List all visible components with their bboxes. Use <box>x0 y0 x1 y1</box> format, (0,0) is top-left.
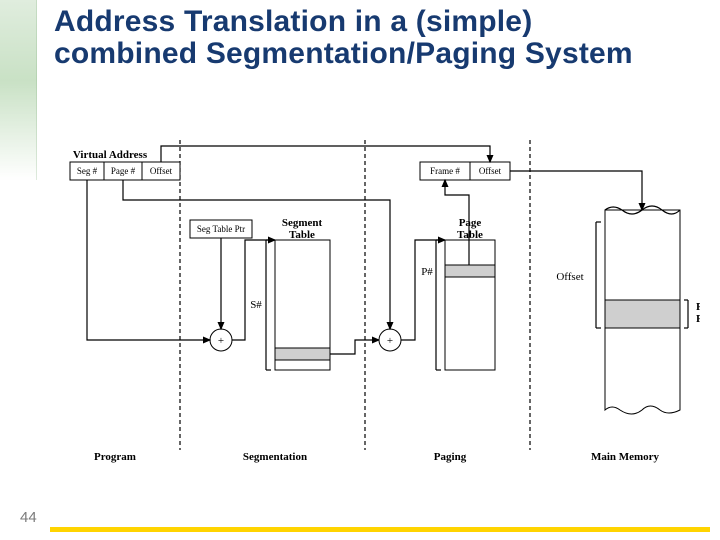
va-page: Page # <box>111 166 136 176</box>
virtual-address-label: Virtual Address <box>73 149 148 161</box>
page-table-label-2: Table <box>457 229 483 241</box>
section-mainmem: Main Memory <box>591 451 660 463</box>
page-frame-2: Frame <box>696 313 700 325</box>
page-title: Address Translation in a (simple) combin… <box>54 6 664 69</box>
plus-2: + <box>387 335 393 347</box>
phys-offset: Offset <box>479 166 502 176</box>
seg-table-ptr: Seg Table Ptr <box>197 224 245 234</box>
translation-diagram: Virtual Address Seg # Page # Offset Fram… <box>60 140 700 480</box>
segment-table-label-2: Table <box>289 229 315 241</box>
p-hash: P# <box>421 266 433 278</box>
page-table-label-1: Page <box>459 217 482 229</box>
va-seg: Seg # <box>77 166 98 176</box>
slide: Address Translation in a (simple) combin… <box>0 0 720 540</box>
s-hash: S# <box>250 299 262 311</box>
va-offset: Offset <box>150 166 173 176</box>
page-frame-1: Page <box>696 301 700 313</box>
page-number: 44 <box>20 509 37 526</box>
section-program: Program <box>94 451 136 463</box>
plus-1: + <box>218 335 224 347</box>
section-paging: Paging <box>434 451 467 463</box>
section-segmentation: Segmentation <box>243 451 307 463</box>
segment-table-label-1: Segment <box>282 217 323 229</box>
mem-offset: Offset <box>556 271 583 283</box>
phys-frame: Frame # <box>430 166 460 176</box>
footer-accent-bar <box>50 527 710 532</box>
accent-corner <box>0 0 37 180</box>
